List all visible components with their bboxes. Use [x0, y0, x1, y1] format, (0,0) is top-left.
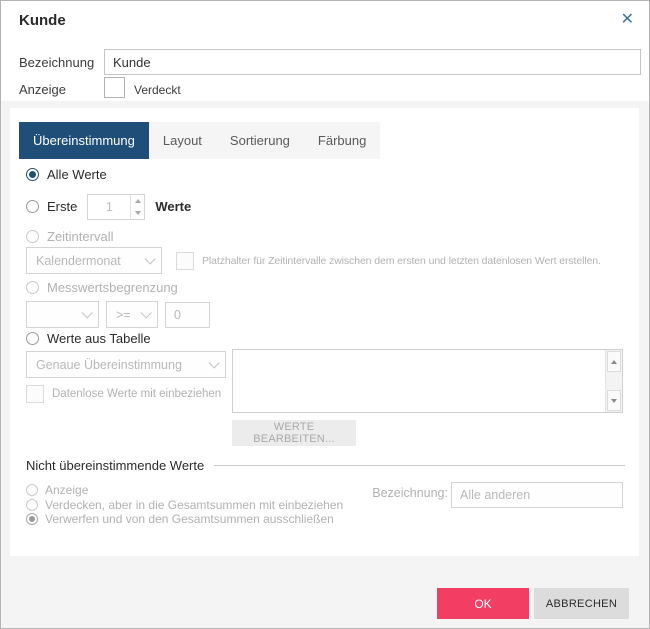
platzhalter-label: Platzhalter für Zeitintervalle zwischen …: [202, 254, 601, 267]
radio-row-verdecken: Verdecken, aber in die Gesamtsummen mit …: [26, 498, 343, 512]
chevron-down-icon: [140, 306, 152, 319]
radio-row-messwertsbegrenzung: Messwertsbegrenzung: [26, 279, 178, 295]
messwert-controls: >=: [26, 301, 210, 328]
zeitintervall-radio[interactable]: [26, 229, 39, 243]
datenlose-label: Datenlose Werte mit einbeziehen: [52, 388, 222, 400]
values-listbox[interactable]: [232, 349, 623, 413]
platzhalter-checkbox[interactable]: [176, 251, 194, 270]
verdeckt-label: Verdeckt: [134, 83, 181, 97]
operator-dropdown-value: >=: [116, 307, 131, 322]
radio-row-zeitintervall: Zeitintervall: [26, 228, 114, 244]
scroll-down-button[interactable]: [607, 390, 621, 411]
section-divider: [214, 465, 625, 466]
erste-count-stepper[interactable]: 1: [87, 193, 146, 220]
radio-row-verwerfen: Verwerfen und von den Gesamtsummen aussc…: [26, 512, 334, 526]
chevron-down-icon: [144, 252, 156, 265]
anzeige-label: Anzeige: [19, 82, 66, 97]
unmatched-verdecken-label: Verdecken, aber in die Gesamtsummen mit …: [45, 498, 344, 512]
unmatched-header-label: Nicht übereinstimmende Werte: [26, 458, 205, 473]
werte-bearbeiten-button[interactable]: WERTE BEARBEITEN...: [232, 420, 356, 446]
unmatched-anzeige-radio[interactable]: [26, 484, 38, 496]
bezeichnung-label: Bezeichnung: [19, 55, 95, 70]
tab-bar: Übereinstimmung Layout Sortierung Färbun…: [19, 122, 381, 159]
tab-panel: Übereinstimmung Layout Sortierung Färbun…: [10, 108, 639, 556]
scroll-down-icon: [611, 398, 617, 403]
bezeichnung-input[interactable]: [104, 49, 641, 75]
dialog-title: Kunde: [19, 12, 66, 29]
erste-count-value: 1: [105, 199, 113, 214]
unmatched-verwerfen-radio[interactable]: [26, 513, 38, 525]
interval-dropdown-value: Kalendermonat: [36, 253, 121, 268]
stepper-down-icon[interactable]: [134, 210, 141, 215]
operator-dropdown[interactable]: >=: [106, 301, 158, 328]
ok-button[interactable]: OK: [437, 588, 529, 619]
listbox-scrollbar[interactable]: [605, 350, 622, 412]
unmatched-anzeige-label: Anzeige: [45, 483, 89, 497]
tab-layout[interactable]: Layout: [148, 122, 216, 159]
match-mode-row: Genaue Übereinstimmung: [26, 351, 226, 378]
cancel-button[interactable]: ABBRECHEN: [534, 588, 629, 619]
dialog-body: Übereinstimmung Layout Sortierung Färbun…: [1, 101, 649, 628]
radio-row-anzeige: Anzeige: [26, 483, 88, 497]
messwertsbegrenzung-radio[interactable]: [26, 280, 39, 294]
chevron-down-icon: [208, 356, 220, 369]
scroll-up-button[interactable]: [607, 351, 621, 372]
tab-faerbung[interactable]: Färbung: [303, 122, 381, 159]
scroll-up-icon: [611, 359, 617, 364]
unmatched-section-header: Nicht übereinstimmende Werte: [26, 458, 625, 473]
werte-aus-tabelle-label: Werte aus Tabelle: [47, 330, 151, 346]
measure-dropdown[interactable]: [26, 301, 99, 328]
werte-label: Werte: [155, 199, 192, 214]
zeitintervall-label: Zeitintervall: [47, 228, 114, 244]
messwertsbegrenzung-label: Messwertsbegrenzung: [47, 279, 178, 295]
limit-value-input[interactable]: [165, 301, 210, 328]
werte-aus-tabelle-radio[interactable]: [26, 331, 39, 345]
unmatched-verwerfen-label: Verwerfen und von den Gesamtsummen aussc…: [45, 512, 334, 526]
stepper-buttons[interactable]: [130, 194, 144, 219]
interval-dropdown[interactable]: Kalendermonat: [26, 247, 162, 274]
verdeckt-checkbox[interactable]: [104, 77, 125, 98]
alle-werte-label: Alle Werte: [47, 167, 107, 182]
erste-label: Erste: [47, 199, 78, 214]
match-mode-dropdown[interactable]: Genaue Übereinstimmung: [26, 351, 226, 378]
datenlose-row: Datenlose Werte mit einbeziehen: [26, 385, 221, 403]
tab-uebereinstimmung[interactable]: Übereinstimmung: [19, 122, 149, 159]
unmatched-bezeichnung-input[interactable]: [451, 482, 623, 508]
unmatched-verdecken-radio[interactable]: [26, 499, 38, 511]
close-icon[interactable]: ✕: [621, 10, 634, 30]
tab-sortierung[interactable]: Sortierung: [215, 122, 304, 159]
radio-row-erste: Erste 1 Werte: [26, 193, 191, 220]
stepper-up-icon[interactable]: [134, 198, 141, 203]
radio-row-werte-aus-tabelle: Werte aus Tabelle: [26, 330, 151, 346]
match-mode-dropdown-value: Genaue Übereinstimmung: [36, 357, 182, 372]
chevron-down-icon: [81, 306, 93, 319]
erste-radio[interactable]: [26, 200, 39, 213]
alle-werte-radio[interactable]: [26, 168, 39, 181]
unmatched-bezeichnung-label: Bezeichnung:: [372, 486, 448, 500]
radio-row-alle-werte: Alle Werte: [26, 167, 107, 182]
datenlose-checkbox[interactable]: [26, 385, 44, 403]
kunde-dialog: Kunde ✕ Bezeichnung Anzeige Verdeckt Übe…: [0, 0, 650, 629]
zeitintervall-controls: Kalendermonat Platzhalter für Zeitinterv…: [26, 247, 639, 274]
